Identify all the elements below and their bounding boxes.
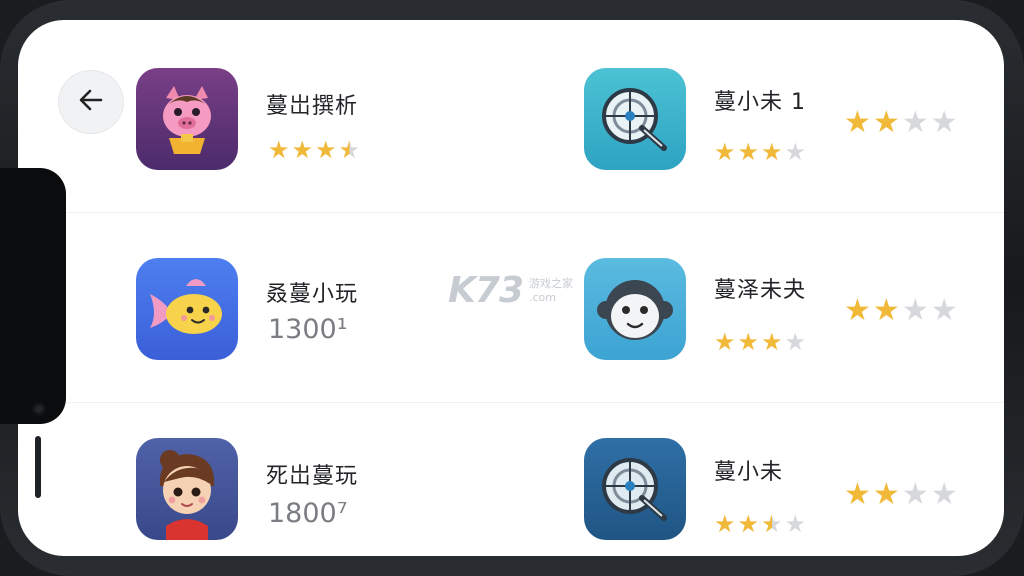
star-icon: ★ <box>930 293 958 328</box>
app-icon-compass-dark[interactable] <box>584 438 686 540</box>
side-rating-stars: ★ ★ ★ ★ <box>844 480 958 510</box>
star-icon: ★ <box>784 510 807 538</box>
app-count: 1800⁷ <box>268 498 348 529</box>
app-icon-fish[interactable] <box>136 258 238 360</box>
watermark: K73 游戏之家 .com <box>448 270 573 311</box>
watermark-line2: .com <box>529 290 556 304</box>
star-icon: ★ <box>901 293 929 328</box>
rating-stars: ★ ★ ★ ★ <box>268 138 360 162</box>
star-icon: ★ <box>901 477 929 512</box>
star-icon: ★ <box>930 477 958 512</box>
star-icon: ★ <box>844 477 871 512</box>
star-icon: ★ <box>338 136 361 164</box>
app-icon-compass[interactable] <box>584 68 686 170</box>
watermark-line1: 游戏之家 <box>529 276 573 290</box>
app-name: 蔓泽未夬 <box>714 278 807 303</box>
star-icon: ★ <box>714 328 736 356</box>
star-icon: ★ <box>737 138 760 166</box>
star-icon: ★ <box>714 510 736 538</box>
row-divider <box>48 402 1004 403</box>
star-icon: ★ <box>315 136 337 164</box>
star-icon: ★ <box>872 477 900 512</box>
star-icon: ★ <box>761 328 783 356</box>
star-icon: ★ <box>844 293 871 328</box>
star-icon: ★ <box>761 138 783 166</box>
side-rating-stars: ★ ★ ★ ★ <box>844 108 958 138</box>
app-name: 死岀蔓玩 <box>266 464 359 489</box>
app-icon-girl[interactable] <box>136 438 238 540</box>
speaker-grille <box>35 436 41 498</box>
rating-stars: ★ ★ ★ ★ <box>714 140 806 164</box>
phone-frame: 蔓岀撰析 ★ ★ ★ ★ 蔓小未 1 ★ ★ ★ ★ ★ ★ ★ ★ 叒蔓小玩 … <box>0 0 1024 576</box>
app-list-screen: 蔓岀撰析 ★ ★ ★ ★ 蔓小未 1 ★ ★ ★ ★ ★ ★ ★ ★ 叒蔓小玩 … <box>18 20 1004 556</box>
star-icon: ★ <box>268 136 290 164</box>
rating-stars: ★ ★ ★ ★ <box>714 330 806 354</box>
side-rating-stars: ★ ★ ★ ★ <box>844 296 958 326</box>
star-icon: ★ <box>901 105 929 140</box>
app-name: 蔓小未 1 <box>714 90 806 115</box>
row-divider <box>48 212 1004 213</box>
camera-icon <box>32 402 46 416</box>
back-button[interactable] <box>58 70 124 134</box>
star-icon: ★ <box>872 293 900 328</box>
star-icon: ★ <box>737 328 760 356</box>
star-icon: ★ <box>872 105 900 140</box>
star-icon: ★ <box>291 136 314 164</box>
star-icon: ★ <box>844 105 871 140</box>
app-count: 1300¹ <box>268 314 348 345</box>
star-icon: ★ <box>784 328 807 356</box>
app-name: 蔓岀撰析 <box>266 94 359 119</box>
rating-stars: ★ ★ ★ ★ <box>714 512 806 536</box>
app-icon-monkey[interactable] <box>584 258 686 360</box>
notch <box>0 168 66 498</box>
watermark-logo: K73 <box>448 270 524 311</box>
star-icon: ★ <box>737 510 760 538</box>
star-icon: ★ <box>784 138 807 166</box>
star-icon: ★ <box>761 510 783 538</box>
star-icon: ★ <box>930 105 958 140</box>
app-icon-pig[interactable] <box>136 68 238 170</box>
app-name: 蔓小未 <box>714 460 784 485</box>
arrow-left-icon <box>77 86 105 118</box>
star-icon: ★ <box>714 138 736 166</box>
app-name: 叒蔓小玩 <box>266 282 359 307</box>
